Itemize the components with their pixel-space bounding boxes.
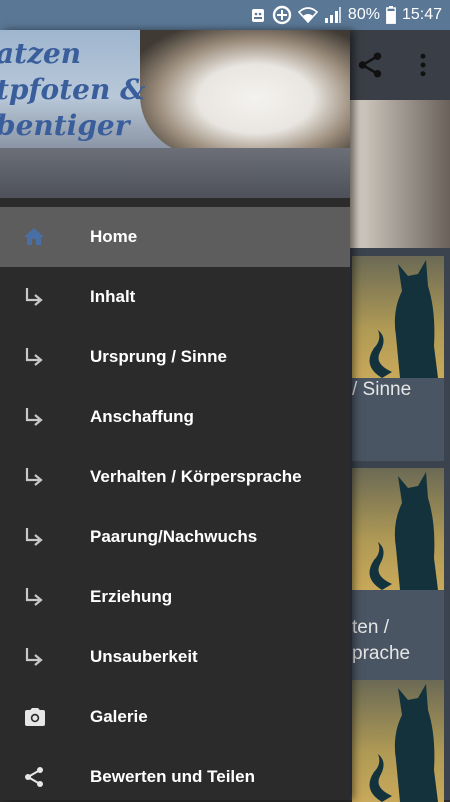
menu-item-inhalt[interactable]: Inhalt <box>0 267 350 327</box>
content-card[interactable] <box>352 680 444 802</box>
camera-icon <box>22 705 46 729</box>
more-vert-icon[interactable] <box>408 50 438 80</box>
card-caption: prache <box>352 643 411 664</box>
subdirectory-arrow-icon <box>22 345 46 369</box>
cat-photo <box>140 30 350 155</box>
data-saver-icon <box>272 5 292 25</box>
menu-item-paarung[interactable]: Paarung/Nachwuchs <box>0 507 350 567</box>
android-notification-icon <box>250 6 266 24</box>
share-icon <box>22 765 46 789</box>
menu-item-label: Anschaffung <box>90 407 194 426</box>
subdirectory-arrow-icon <box>22 585 46 609</box>
menu-item-anschaffung[interactable]: Anschaffung <box>0 387 350 447</box>
content-card[interactable]: ten / prache <box>352 468 444 703</box>
subdirectory-arrow-icon <box>22 405 46 429</box>
navigation-drawer: atzen tpfoten & bentiger Home Inhalt Urs… <box>0 30 350 800</box>
status-bar: 80% 15:47 <box>0 0 450 30</box>
battery-percent: 80% <box>347 6 380 23</box>
card-caption: ten / <box>352 617 389 638</box>
cat-silhouette-image <box>352 468 444 590</box>
wifi-icon <box>297 6 318 24</box>
menu-item-label: Galerie <box>90 707 148 726</box>
signal-icon <box>324 6 342 24</box>
menu-item-label: Bewerten und Teilen <box>90 767 255 786</box>
share-icon[interactable] <box>355 50 385 80</box>
menu-item-erziehung[interactable]: Erziehung <box>0 567 350 627</box>
content-card[interactable]: / Sinne <box>352 256 444 461</box>
menu-item-label: Verhalten / Körpersprache <box>90 467 302 486</box>
menu-item-label: Ursprung / Sinne <box>90 347 227 366</box>
menu-item-bewerten-teilen[interactable]: Bewerten und Teilen <box>0 747 350 800</box>
battery-icon <box>386 6 396 24</box>
menu-item-home[interactable]: Home <box>0 207 350 267</box>
subdirectory-arrow-icon <box>22 285 46 309</box>
subdirectory-arrow-icon <box>22 645 46 669</box>
menu-item-label: Erziehung <box>90 587 173 606</box>
cat-silhouette-image <box>352 680 444 802</box>
card-caption: / Sinne <box>352 379 412 400</box>
home-icon <box>22 225 46 249</box>
fur-blanket <box>0 148 350 198</box>
cat-silhouette-image <box>352 256 444 378</box>
menu-item-label: Unsauberkeit <box>90 647 198 666</box>
clock: 15:47 <box>401 6 442 23</box>
subdirectory-arrow-icon <box>22 525 46 549</box>
drawer-menu: Home Inhalt Ursprung / Sinne Anschaffung… <box>0 207 350 800</box>
menu-item-label: Paarung/Nachwuchs <box>90 527 258 546</box>
subdirectory-arrow-icon <box>22 465 46 489</box>
header-logo-text: atzen tpfoten & bentiger <box>0 37 146 142</box>
menu-item-label: Home <box>90 227 138 246</box>
menu-item-verhalten[interactable]: Verhalten / Körpersprache <box>0 447 350 507</box>
menu-item-unsauberkeit[interactable]: Unsauberkeit <box>0 627 350 687</box>
menu-item-ursprung-sinne[interactable]: Ursprung / Sinne <box>0 327 350 387</box>
drawer-header-image: atzen tpfoten & bentiger <box>0 30 350 198</box>
menu-item-galerie[interactable]: Galerie <box>0 687 350 747</box>
menu-item-label: Inhalt <box>90 287 136 306</box>
